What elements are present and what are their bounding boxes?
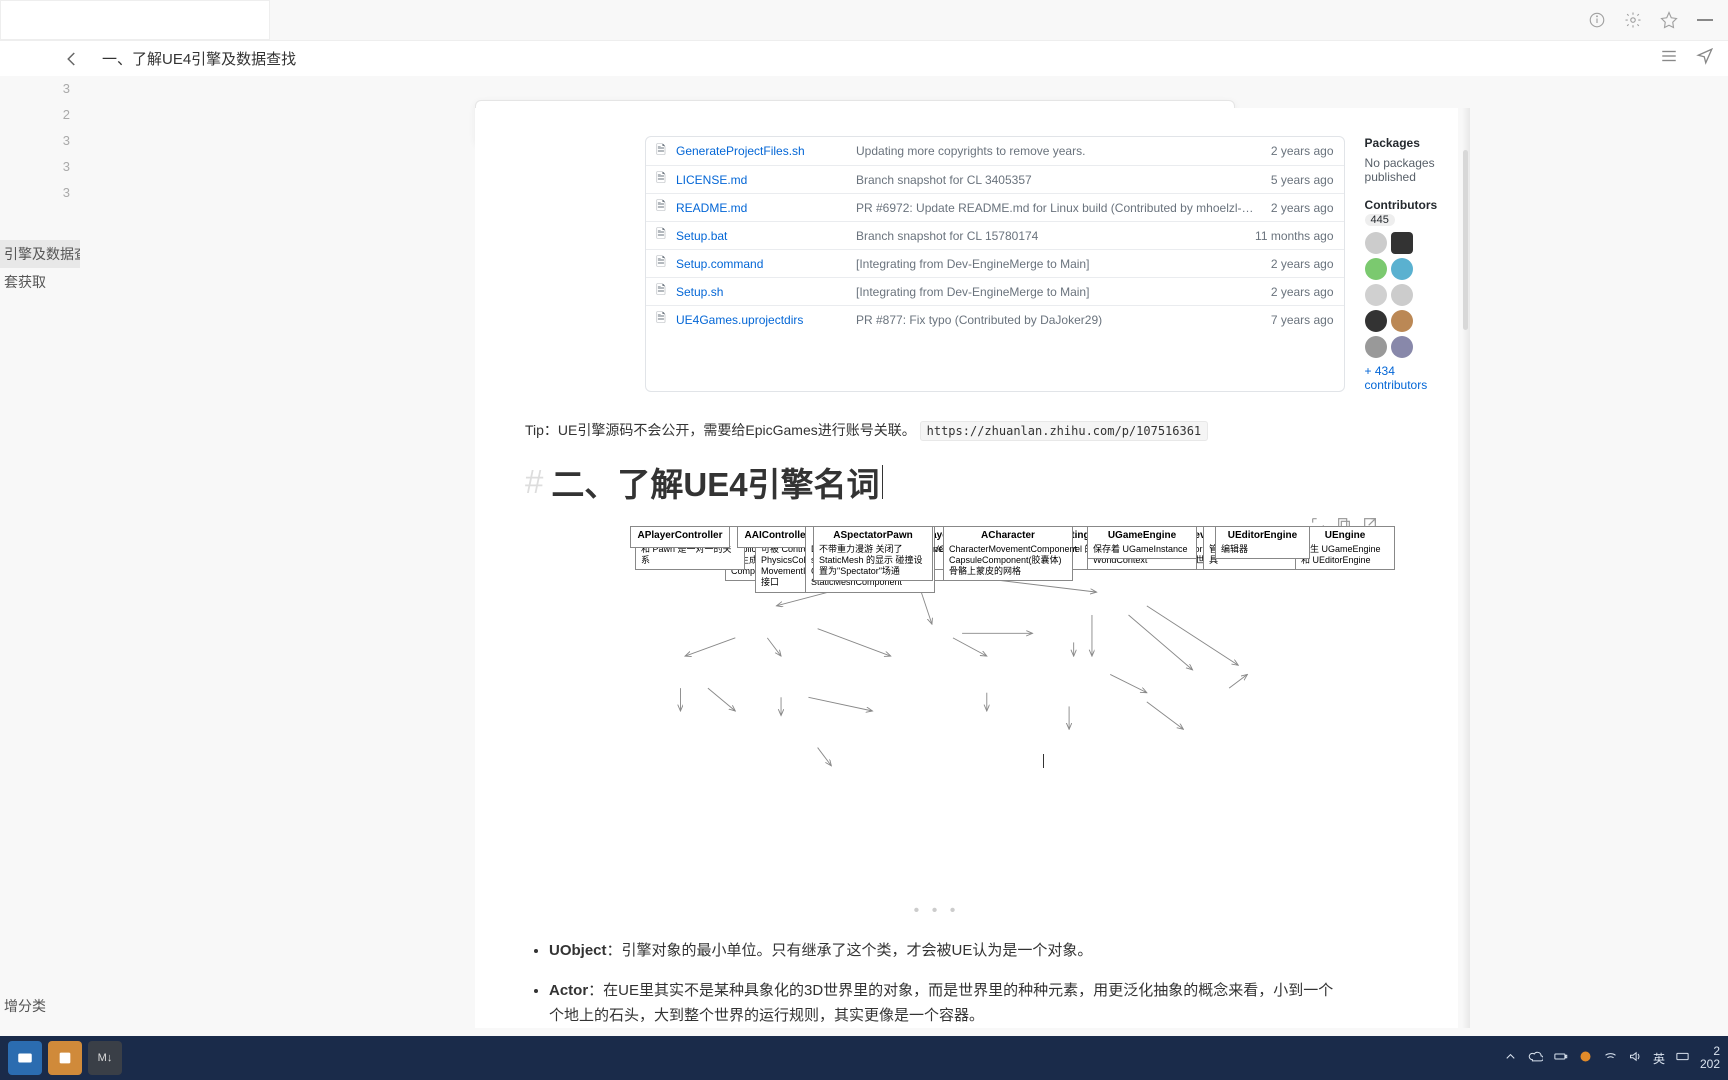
table-row: 🗎LICENSE.mdBranch snapshot for CL 340535…: [646, 165, 1344, 193]
document-header: 一、了解UE4引擎及数据查找: [0, 40, 1728, 76]
taskbar-app-2[interactable]: [48, 1041, 82, 1075]
table-row: 🗎Setup.sh[Integrating from Dev-EngineMer…: [646, 277, 1344, 305]
ime-indicator[interactable]: 英: [1653, 1050, 1665, 1067]
table-row: 🗎UE4Games.uprojectdirsPR #877: Fix typo …: [646, 305, 1344, 333]
back-button[interactable]: [60, 47, 84, 71]
tray-circle-icon[interactable]: [1578, 1049, 1593, 1067]
list-item: Actor：在UE里其实不是某种具象化的3D世界里的对象，而是世界里的种种元素，…: [549, 978, 1348, 1029]
window-titlebar: [0, 0, 1728, 40]
tray-wifi-icon[interactable]: [1603, 1049, 1618, 1067]
taskbar-app-1[interactable]: [8, 1041, 42, 1075]
list-item: UObject：引擎对象的最小单位。只有继承了这个类，才会被UE认为是一个对象。: [549, 938, 1348, 964]
sidebar-item-acquire[interactable]: 套获取: [0, 268, 80, 296]
text-caret: [882, 465, 883, 499]
table-row: 🗎GenerateProjectFiles.shUpdating more co…: [646, 137, 1344, 165]
sidebar-add-category[interactable]: 增分类: [0, 992, 80, 1020]
class-hierarchy-diagram: UObject光数据、反射生成、GC 垃圾回收、序列化、编辑器可见、Class …: [525, 526, 1348, 896]
packages-heading: Packages: [1365, 136, 1438, 150]
tray-volume-icon[interactable]: [1628, 1049, 1643, 1067]
outline-icon[interactable]: [1660, 47, 1678, 70]
contributors-heading: Contributors 445: [1365, 198, 1438, 226]
table-row: 🗎Setup.command[Integrating from Dev-Engi…: [646, 249, 1344, 277]
table-row: 🗎Setup.batBranch snapshot for CL 1578017…: [646, 221, 1344, 249]
definitions-list: UObject：引擎对象的最小单位。只有继承了这个类，才会被UE认为是一个对象。…: [525, 938, 1348, 1028]
heading-hash-icon: #: [525, 463, 543, 501]
taskbar-clock[interactable]: 2 202: [1700, 1045, 1720, 1071]
document-title: 一、了解UE4引擎及数据查找: [94, 48, 1660, 69]
section-heading-2[interactable]: # 二、了解UE4引擎名词: [525, 458, 1348, 506]
sidebar-line-numbers: 3 2 3 3 3: [0, 76, 80, 206]
more-contributors-link[interactable]: + 434 contributors: [1365, 364, 1438, 392]
taskbar-app-3[interactable]: M↓: [88, 1041, 122, 1075]
sidebar-nav: 引擎及数据查找 套获取: [0, 240, 80, 296]
file-list-table: 🗎GenerateProjectFiles.shUpdating more co…: [645, 136, 1345, 392]
document-content: 🗎GenerateProjectFiles.shUpdating more co…: [475, 108, 1458, 1028]
info-icon[interactable]: [1588, 11, 1606, 29]
windows-taskbar: M↓ 英 2 202: [0, 1036, 1728, 1080]
tray-battery-icon[interactable]: [1553, 1049, 1568, 1067]
inner-scrollbar-thumb[interactable]: [1463, 150, 1468, 330]
tray-keyboard-icon[interactable]: [1675, 1049, 1690, 1067]
tray-cloud-icon[interactable]: [1528, 1049, 1543, 1067]
tab-placeholder: [0, 0, 270, 40]
repo-sidebar: Packages No packages published Contribut…: [1365, 136, 1438, 392]
settings-icon[interactable]: [1624, 11, 1642, 29]
sidebar-item-engine[interactable]: 引擎及数据查找: [0, 240, 80, 268]
navigate-icon[interactable]: [1696, 47, 1714, 70]
tip-paragraph: Tip：UE引擎源码不会公开，需要给EpicGames进行账号关联。 https…: [525, 420, 1348, 440]
github-repo-snippet: 🗎GenerateProjectFiles.shUpdating more co…: [645, 136, 1348, 392]
tray-chevron-icon[interactable]: [1503, 1049, 1518, 1067]
section-divider-dots: • • •: [525, 902, 1348, 920]
pin-icon[interactable]: [1660, 11, 1678, 29]
packages-text: No packages published: [1365, 156, 1438, 184]
minimize-button[interactable]: [1696, 11, 1714, 29]
tip-url[interactable]: https://zhuanlan.zhihu.com/p/107516361: [920, 421, 1209, 441]
table-row: 🗎README.mdPR #6972: Update README.md for…: [646, 193, 1344, 221]
contributor-avatars: [1365, 232, 1438, 358]
